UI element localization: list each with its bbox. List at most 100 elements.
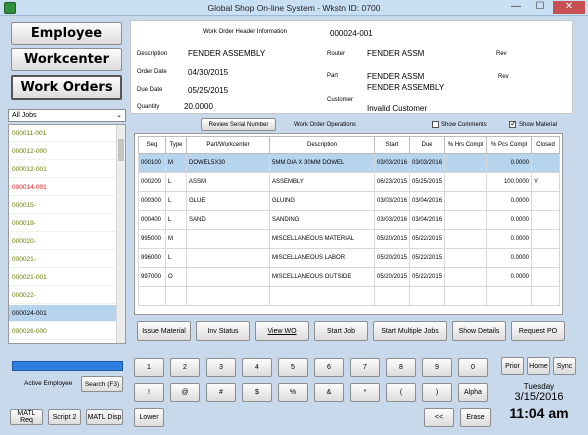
matl-disp-button[interactable]: MATL Disp xyxy=(86,409,123,425)
job-list-item[interactable]: 000020- xyxy=(9,233,117,250)
job-filter-select[interactable]: All Jobs ⌄ xyxy=(8,109,126,122)
table-cell-empty xyxy=(269,286,375,306)
show-details-button[interactable]: Show Details xyxy=(452,321,506,341)
home-button[interactable]: Home xyxy=(527,357,550,375)
table-row[interactable]: 997000 O MISCELLANEOUS OUTSIDE 05/20/2015 05… xyxy=(138,267,560,287)
key-button[interactable]: @ xyxy=(170,383,200,402)
erase-button[interactable]: Erase xyxy=(460,408,491,427)
maximize-icon[interactable]: ☐ xyxy=(528,1,552,14)
job-list-item[interactable]: 000012-001 xyxy=(9,161,117,178)
key-button[interactable]: 7 xyxy=(350,358,380,377)
job-list-item[interactable]: 000026-000 xyxy=(9,323,117,340)
minimize-icon[interactable]: — xyxy=(504,1,528,14)
job-list[interactable]: 000011-001 000012-000 000012-001 000014-001… xyxy=(8,124,126,344)
table-row[interactable]: 996000 L MISCELLANEOUS LABOR 05/20/2015 05/2… xyxy=(138,248,560,268)
search-button[interactable]: Search (F3) xyxy=(81,376,123,392)
key-button[interactable]: 5 xyxy=(278,358,308,377)
key-button[interactable]: 2 xyxy=(170,358,200,377)
key-button[interactable]: 8 xyxy=(386,358,416,377)
start-multiple-jobs-button[interactable]: Start Multiple Jobs xyxy=(373,321,447,341)
show-comments-checkbox[interactable] xyxy=(432,121,439,128)
column-header[interactable]: Due xyxy=(409,136,445,154)
request-po-button[interactable]: Request PO xyxy=(511,321,565,341)
key-button[interactable]: & xyxy=(314,383,344,402)
table-cell-closed xyxy=(531,210,560,230)
key-button[interactable]: ) xyxy=(422,383,452,402)
description-value: FENDER ASSEMBLY xyxy=(188,49,266,58)
scrollbar-thumb[interactable] xyxy=(118,139,124,161)
key-button[interactable]: Alpha xyxy=(458,383,488,402)
operations-label: Work Order Operations xyxy=(294,122,356,128)
job-list-item[interactable]: 000021- xyxy=(9,251,117,268)
table-cell-seq: 995000 xyxy=(138,229,166,249)
job-list-item[interactable]: 000011-001 xyxy=(9,125,117,142)
key-button[interactable]: % xyxy=(278,383,308,402)
key-button[interactable]: $ xyxy=(242,383,272,402)
table-cell-desc: MISCELLANEOUS LABOR xyxy=(269,248,375,268)
issue-material-button[interactable]: Issue Material xyxy=(137,321,191,341)
table-row[interactable]: 000200 L ASSM ASSEMBLY 06/23/2015 05/25/2015 1… xyxy=(138,172,560,192)
start-job-button[interactable]: Start Job xyxy=(314,321,368,341)
table-cell-desc: SANDING xyxy=(269,210,375,230)
key-button[interactable]: 0 xyxy=(458,358,488,377)
script-2-button[interactable]: Script 2 xyxy=(48,409,81,425)
job-list-scrollbar[interactable] xyxy=(116,125,125,343)
column-header[interactable]: Start xyxy=(374,136,410,154)
view-wo-button[interactable]: View WO xyxy=(255,321,309,341)
column-header[interactable]: % Hrs Compl xyxy=(444,136,487,154)
key-button[interactable]: ( xyxy=(386,383,416,402)
column-header[interactable]: Description xyxy=(269,136,375,154)
column-header[interactable]: Closed xyxy=(531,136,560,154)
review-serial-button[interactable]: Review Serial Number xyxy=(201,118,276,131)
backspace-button[interactable]: << xyxy=(424,408,454,427)
table-cell-due: 05/25/2015 xyxy=(409,172,445,192)
key-button[interactable]: ! xyxy=(134,383,164,402)
key-button[interactable]: 6 xyxy=(314,358,344,377)
lower-button[interactable]: Lower xyxy=(134,408,164,427)
job-list-item[interactable]: 000024-001 xyxy=(9,305,117,322)
table-row[interactable]: 995000 M MISCELLANEOUS MATERIAL 05/20/2015 0… xyxy=(138,229,560,249)
active-employee-label: Active Employee xyxy=(24,380,73,387)
quantity-label: Quantity xyxy=(137,104,160,110)
employee-button[interactable]: Employee xyxy=(11,22,122,45)
key-button[interactable]: * xyxy=(350,383,380,402)
key-button[interactable]: # xyxy=(206,383,236,402)
matl-req-button[interactable]: MATL Req xyxy=(10,409,43,425)
column-header[interactable]: Seq xyxy=(138,136,166,154)
sync-button[interactable]: Sync xyxy=(553,357,576,375)
key-button[interactable]: 9 xyxy=(422,358,452,377)
table-cell-pcs: 100.0000 xyxy=(486,172,532,192)
table-cell-type: L xyxy=(165,172,187,192)
clock-time: 11:04 am xyxy=(509,405,569,421)
table-cell-seq: 000100 xyxy=(138,153,166,173)
key-button[interactable]: 3 xyxy=(206,358,236,377)
table-row[interactable]: 000400 L SAND SANDING 03/03/2016 03/04/2016 0.… xyxy=(138,210,560,230)
job-list-item[interactable]: 000014-001 xyxy=(9,179,117,196)
part-value: FENDER ASSM xyxy=(367,72,425,81)
table-cell-hrs xyxy=(444,229,487,249)
clock-date: 3/15/2016 xyxy=(514,391,564,403)
job-list-item[interactable]: 000012-000 xyxy=(9,143,117,160)
workcenter-button[interactable]: Workcenter xyxy=(11,48,122,71)
inv-status-button[interactable]: Inv Status xyxy=(196,321,250,341)
column-header[interactable]: Part/Workcenter xyxy=(186,136,270,154)
job-list-item[interactable]: 000019- xyxy=(9,215,117,232)
table-cell-empty xyxy=(531,286,560,306)
table-cell-part: ASSM xyxy=(186,172,270,192)
prior-button[interactable]: Prior xyxy=(501,357,524,375)
table-cell-part: SAND xyxy=(186,210,270,230)
close-icon[interactable]: ✕ xyxy=(553,1,585,14)
key-button[interactable]: 4 xyxy=(242,358,272,377)
table-cell-start: 05/20/2015 xyxy=(374,267,410,287)
job-list-item[interactable]: 000021-001 xyxy=(9,269,117,286)
table-row[interactable]: 000100 M DOWEL5X30 5MM DIA X 30MM DOWEL 03/0… xyxy=(138,153,560,173)
job-list-item[interactable]: 000022- xyxy=(9,287,117,304)
show-material-checkbox[interactable] xyxy=(509,119,517,128)
table-row[interactable]: 000300 L GLUE GLUING 03/03/2016 03/04/2016 0.0… xyxy=(138,191,560,211)
job-list-item[interactable]: 000015- xyxy=(9,197,117,214)
table-cell-empty xyxy=(486,286,532,306)
work-orders-button[interactable]: Work Orders xyxy=(11,75,122,100)
key-button[interactable]: 1 xyxy=(134,358,164,377)
column-header[interactable]: % Pcs Compl xyxy=(486,136,532,154)
column-header[interactable]: Type xyxy=(165,136,187,154)
